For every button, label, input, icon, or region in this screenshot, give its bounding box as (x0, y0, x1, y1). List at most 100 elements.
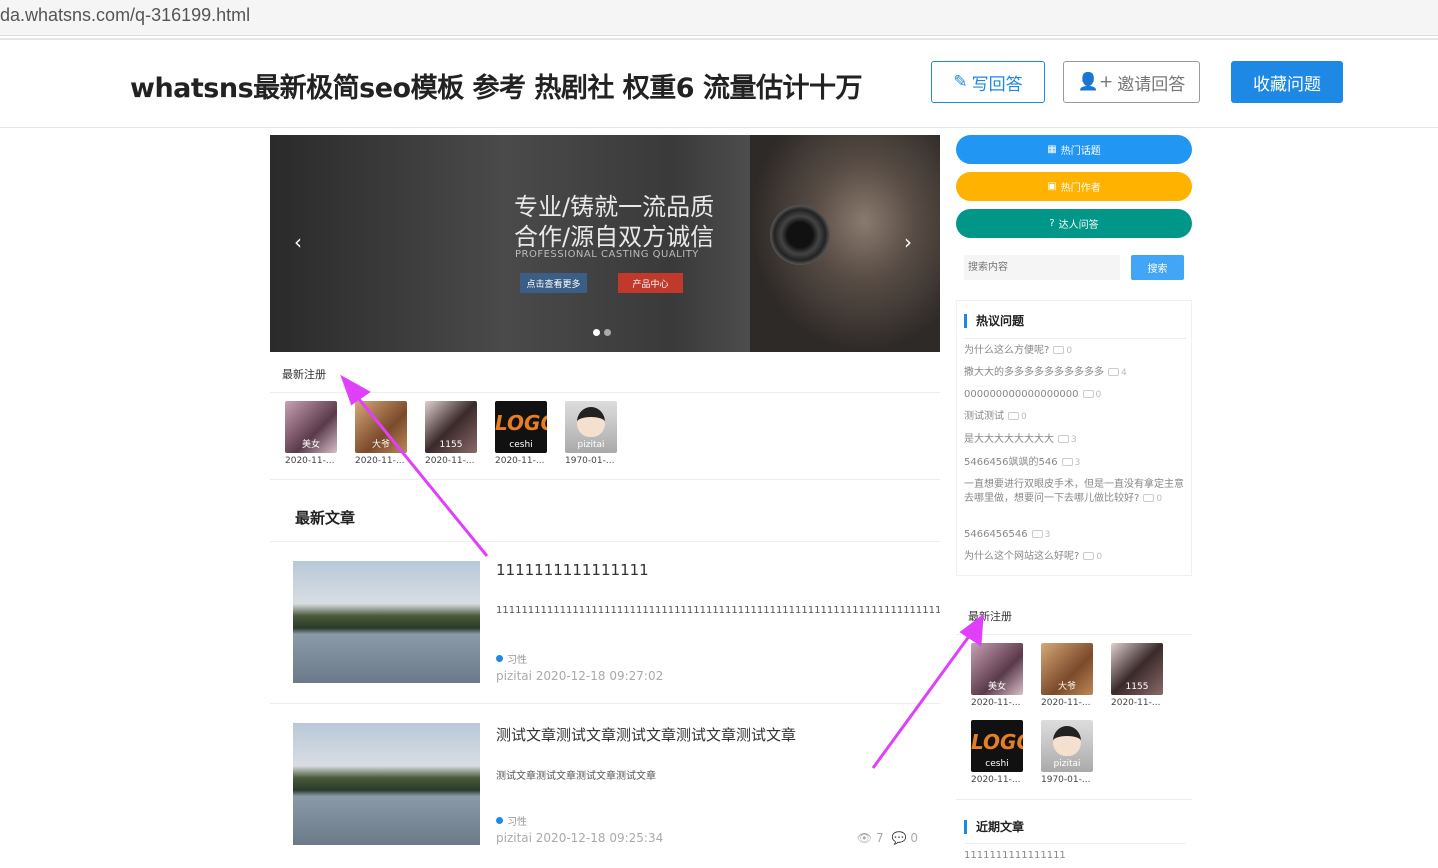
logo-image: LOGO (495, 411, 547, 435)
article-thumbnail[interactable] (293, 561, 480, 683)
question-text[interactable]: 撒大大的多多多多多多多多多多 (964, 367, 1104, 378)
user-item[interactable]: pizitai 1970-01-... (565, 401, 617, 466)
page-header: whatsns最新极简seo模板 参考 热剧社 权重6 流量估计十万 ✎ 写回答… (0, 40, 1438, 128)
divider (964, 338, 1186, 339)
question-text[interactable]: 为什么这个网站这么好呢? (964, 551, 1079, 562)
user-name: 1155 (1125, 682, 1149, 692)
user-item[interactable]: 1155 2020-11-... (1111, 643, 1163, 708)
user-date: 2020-11-... (1041, 698, 1091, 708)
hot-question-item[interactable]: 为什么这个网站这么好呢? 0 (964, 550, 1186, 564)
collect-question-button[interactable]: 收藏问题 (1231, 61, 1343, 103)
recent-article-item[interactable]: 1111111111111111 (964, 849, 1186, 863)
user-date: 2020-11-... (1111, 698, 1161, 708)
user-name: 大爷 (1057, 682, 1076, 692)
carousel-dot[interactable] (604, 329, 611, 336)
logo-image: LOGO (971, 730, 1023, 754)
hot-question-item[interactable]: 一直想要进行双眼皮手术，但是一直没有拿定主意去哪里做，想要问一下去哪儿做比较好?… (964, 478, 1186, 506)
banner-products-button[interactable]: 产品中心 (618, 273, 683, 293)
question-text[interactable]: 000000000000000000 (964, 389, 1079, 400)
avatar[interactable]: 大爷 (355, 401, 407, 453)
question-circle-icon: ? (1049, 218, 1055, 229)
article-tag[interactable]: 习性 (496, 813, 527, 828)
article-meta: pizitai 2020-12-18 09:27:02 (496, 669, 664, 683)
camera-image (770, 205, 830, 265)
user-item[interactable]: 大爷 2020-11-... (355, 401, 407, 466)
divider (964, 843, 1186, 844)
comments-stat: 💬 0 (892, 831, 918, 845)
article-item[interactable]: 1111111111111111 11111111111111111111111… (270, 561, 940, 691)
user-date: 2020-11-... (425, 456, 475, 466)
answer-count: 0 (1066, 346, 1073, 356)
invite-answer-label: 邀请回答 (1117, 74, 1186, 95)
avatar[interactable]: 大爷 (1041, 643, 1093, 695)
article-tag-label: 习性 (507, 655, 527, 666)
url-text[interactable]: da.whatsns.com/q-316199.html (0, 5, 250, 26)
article-thumbnail[interactable] (293, 723, 480, 845)
question-text[interactable]: 是大大大大大大大大 (964, 434, 1054, 445)
answer-count: 0 (1021, 412, 1027, 422)
avatar[interactable]: LOGO ceshi (495, 401, 547, 453)
tag-dot-icon (496, 655, 503, 662)
hot-question-item[interactable]: 5466456546 3 (964, 528, 1186, 542)
comment-icon: 💬 (891, 831, 907, 845)
hot-question-item[interactable]: 5466456飒飒的546 3 (964, 456, 1186, 470)
write-answer-button[interactable]: ✎ 写回答 (931, 61, 1045, 103)
article-title[interactable]: 测试文章测试文章测试文章测试文章测试文章 (496, 724, 796, 745)
user-date: 2020-11-... (971, 698, 1021, 708)
article-tag[interactable]: 习性 (496, 651, 527, 666)
user-item[interactable]: LOGO ceshi 2020-11-... (495, 401, 547, 466)
cartoon-face-image (577, 407, 605, 437)
page-title: whatsns最新极简seo模板 参考 热剧社 权重6 流量估计十万 (130, 73, 862, 104)
user-name: 1155 (439, 440, 463, 450)
avatar[interactable]: pizitai (1041, 720, 1093, 772)
carousel-dot[interactable] (593, 329, 600, 336)
divider (270, 479, 940, 480)
carousel-next-icon[interactable]: › (904, 230, 912, 254)
user-item[interactable]: 美女 2020-11-... (285, 401, 337, 466)
avatar[interactable]: 1155 (425, 401, 477, 453)
user-item[interactable]: 美女 2020-11-... (971, 643, 1023, 708)
hot-topics-button[interactable]: ▦ 热门话题 (956, 135, 1192, 164)
write-answer-label: 写回答 (971, 74, 1023, 95)
user-item[interactable]: 1155 2020-11-... (425, 401, 477, 466)
avatar[interactable]: pizitai (565, 401, 617, 453)
latest-register-label: 最新注册 (282, 368, 326, 381)
hot-topics-label: 热门话题 (1060, 146, 1101, 157)
avatar[interactable]: LOGO ceshi (971, 720, 1023, 772)
search-button[interactable]: 搜索 (1131, 255, 1184, 280)
comment-icon (1008, 412, 1019, 420)
banner-carousel[interactable]: 专业/铸就一流品质 合作/源自双方诚信 PROFESSIONAL CASTING… (270, 135, 940, 352)
avatar[interactable]: 美女 (971, 643, 1023, 695)
article-tag-label: 习性 (507, 817, 527, 828)
banner-more-button[interactable]: 点击查看更多 (520, 273, 587, 293)
question-text[interactable]: 测试测试 (964, 411, 1004, 422)
question-text[interactable]: 为什么这么方便呢? (964, 345, 1049, 356)
user-item[interactable]: 大爷 2020-11-... (1041, 643, 1093, 708)
user-name: 美女 (301, 440, 320, 450)
hot-authors-button[interactable]: ▣ 热门作者 (956, 172, 1192, 201)
comment-icon (1082, 390, 1094, 398)
divider (270, 541, 940, 542)
hot-question-item[interactable]: 测试测试 0 (964, 410, 1186, 424)
user-date: 2020-11-... (971, 775, 1021, 785)
expert-qa-button[interactable]: ? 达人问答 (956, 209, 1192, 238)
question-text[interactable]: 5466456546 (964, 529, 1028, 540)
article-meta: pizitai 2020-12-18 09:25:34 (496, 831, 664, 845)
avatar[interactable]: 1155 (1111, 643, 1163, 695)
question-text[interactable]: 5466456飒飒的546 (964, 457, 1058, 468)
hot-question-item[interactable]: 000000000000000000 0 (964, 388, 1186, 402)
article-title[interactable]: 1111111111111111 (496, 561, 649, 579)
user-item[interactable]: pizitai 1970-01-... (1041, 720, 1093, 785)
avatar[interactable]: 美女 (285, 401, 337, 453)
article-item[interactable]: 测试文章测试文章测试文章测试文章测试文章 测试文章测试文章测试文章测试文章 习性… (270, 723, 940, 853)
invite-answer-button[interactable]: 👤+ 邀请回答 (1063, 61, 1200, 103)
user-item[interactable]: LOGO ceshi 2020-11-... (971, 720, 1023, 785)
user-date: 2020-11-... (355, 456, 405, 466)
eye-icon: 👁 (856, 831, 873, 845)
hot-question-item[interactable]: 为什么这么方便呢? 0 (964, 344, 1186, 358)
search-input[interactable] (964, 255, 1120, 280)
hot-question-item[interactable]: 撒大大的多多多多多多多多多多 4 (964, 366, 1186, 380)
browser-address-bar[interactable]: da.whatsns.com/q-316199.html (0, 0, 1438, 36)
hot-question-item[interactable]: 是大大大大大大大大 3 (964, 433, 1186, 447)
carousel-prev-icon[interactable]: ‹ (294, 230, 302, 254)
